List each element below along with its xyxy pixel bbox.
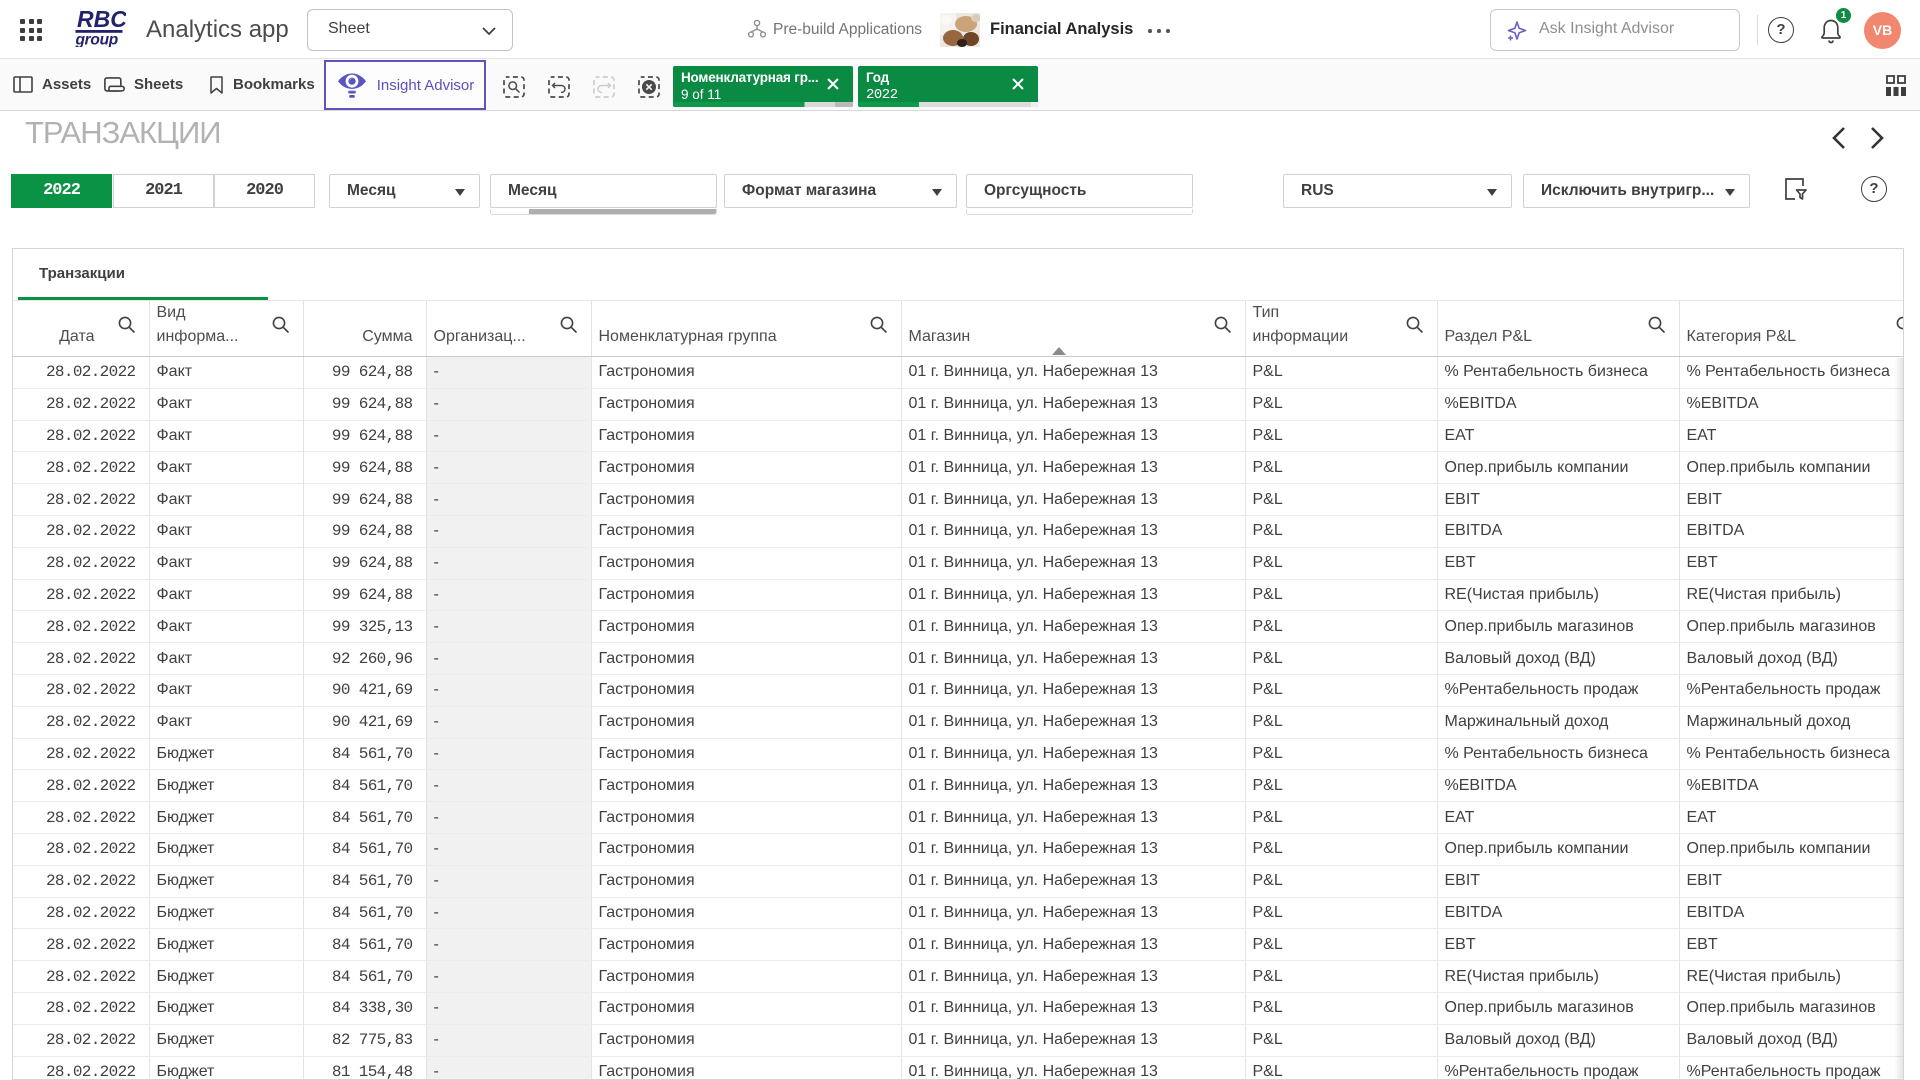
svg-text:RBC: RBC bbox=[77, 9, 126, 32]
svg-text:group: group bbox=[75, 32, 118, 48]
